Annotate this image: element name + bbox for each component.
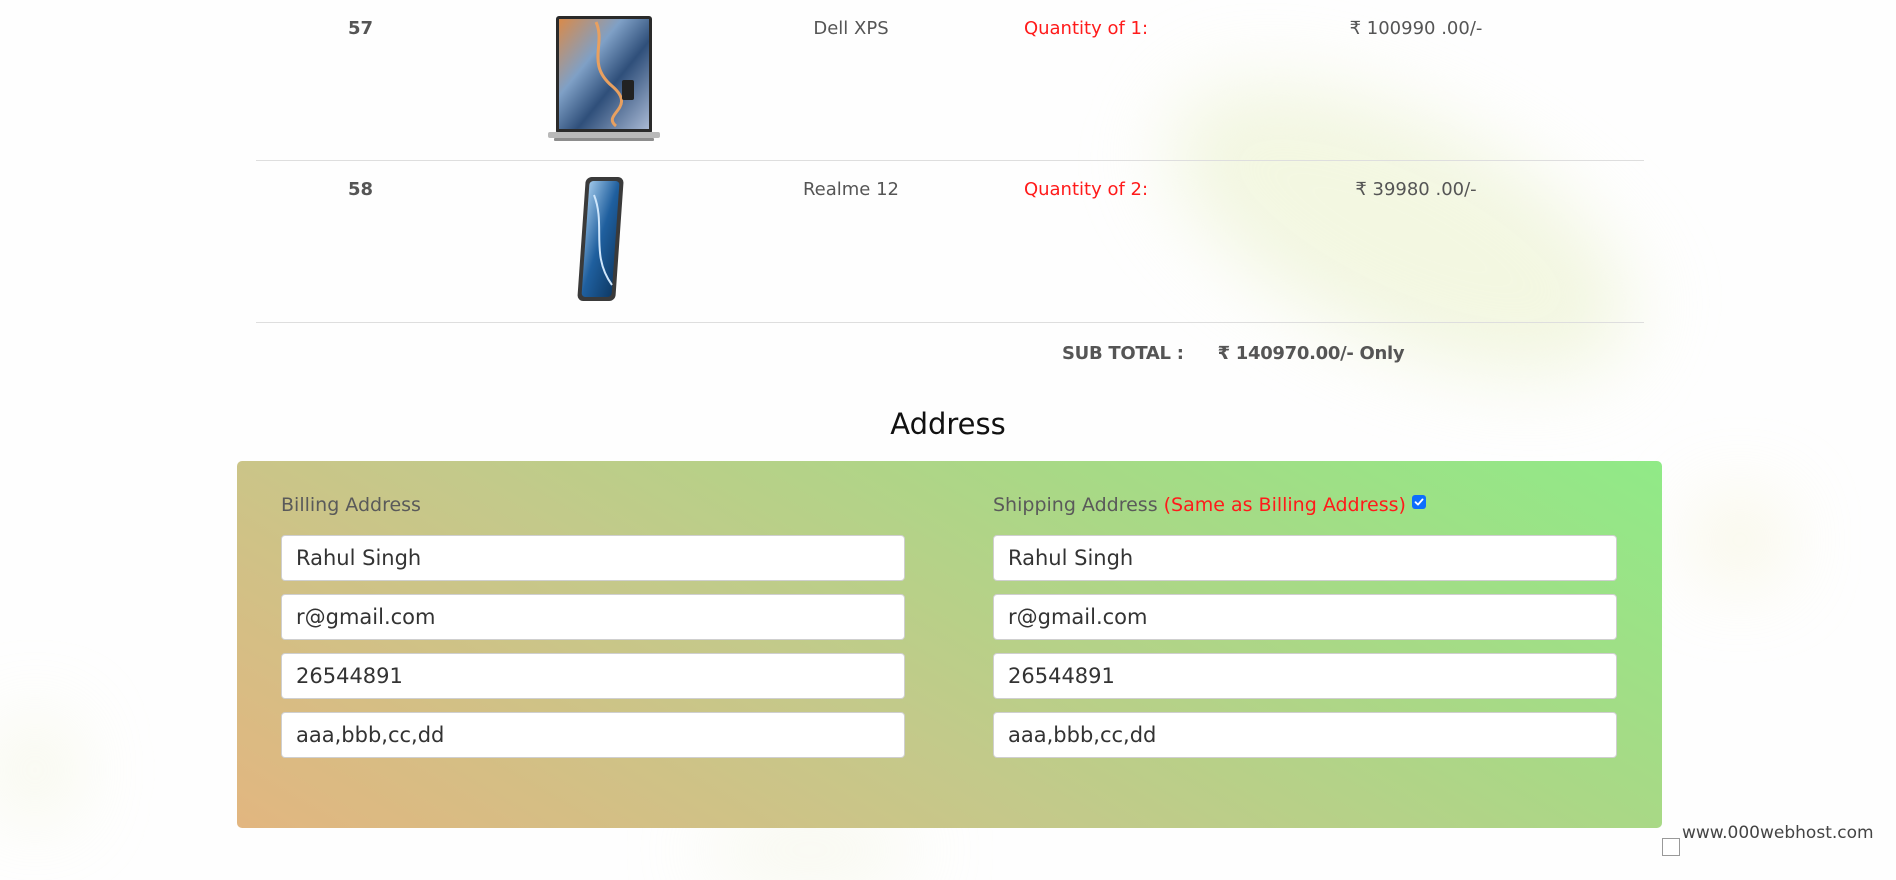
billing-phone-field[interactable]: 26544891 <box>281 653 905 699</box>
address-panel: Billing Address Rahul Singh r@gmail.com … <box>237 461 1662 828</box>
shipping-name-field[interactable]: Rahul Singh <box>993 535 1617 581</box>
subtotal-value: ₹ 140970.00/- Only <box>1217 343 1405 364</box>
table-row: 57 Dell XPS Quantity of 1: ₹ 100990 .00/… <box>256 0 1644 161</box>
product-quantity: Quantity of 1: <box>1023 18 1149 39</box>
product-image-laptop <box>546 14 662 144</box>
shipping-email-field[interactable]: r@gmail.com <box>993 594 1617 640</box>
product-price: ₹ 39980 .00/- <box>1355 179 1477 200</box>
hosting-badge-text: www.000webhost.com <box>1682 823 1874 843</box>
background-decoration <box>0 720 70 820</box>
subtotal: SUB TOTAL : ₹ 140970.00/- Only <box>1062 343 1405 364</box>
billing-address-section: Billing Address Rahul Singh r@gmail.com … <box>281 461 905 758</box>
product-quantity: Quantity of 2: <box>1023 179 1149 200</box>
subtotal-label: SUB TOTAL : <box>1062 343 1184 364</box>
table-row: 58 Realme 12 Quantity of 2: ₹ 39980 .00/… <box>256 161 1644 323</box>
product-name: Realme 12 <box>802 179 900 200</box>
shipping-address-section: Shipping Address (Same as Billing Addres… <box>993 461 1617 758</box>
billing-name-field[interactable]: Rahul Singh <box>281 535 905 581</box>
hosting-badge[interactable]: www.000webhost.com <box>1662 823 1874 856</box>
same-as-billing-note: (Same as Billing Address) <box>1163 494 1406 516</box>
cart-table: 57 Dell XPS Quantity of 1: ₹ 100990 .00/… <box>256 0 1644 323</box>
background-decoration <box>700 820 920 880</box>
shipping-street-field[interactable]: aaa,bbb,cc,dd <box>993 712 1617 758</box>
product-name: Dell XPS <box>813 18 889 39</box>
product-image-phone <box>546 175 662 305</box>
broken-image-icon <box>1662 838 1680 856</box>
billing-street-field[interactable]: aaa,bbb,cc,dd <box>281 712 905 758</box>
product-id: 58 <box>348 179 374 200</box>
billing-email-field[interactable]: r@gmail.com <box>281 594 905 640</box>
same-as-billing-checkbox[interactable] <box>1411 495 1426 509</box>
product-id: 57 <box>348 18 374 39</box>
check-icon <box>1414 498 1424 506</box>
shipping-phone-field[interactable]: 26544891 <box>993 653 1617 699</box>
shipping-address-title: Shipping Address (Same as Billing Addres… <box>993 489 1617 521</box>
background-decoration <box>1700 500 1780 580</box>
billing-address-title: Billing Address <box>281 489 905 521</box>
address-heading: Address <box>890 407 1006 441</box>
product-price: ₹ 100990 .00/- <box>1349 18 1483 39</box>
billing-address-label: Billing Address <box>281 494 421 516</box>
shipping-address-label: Shipping Address <box>993 494 1158 516</box>
